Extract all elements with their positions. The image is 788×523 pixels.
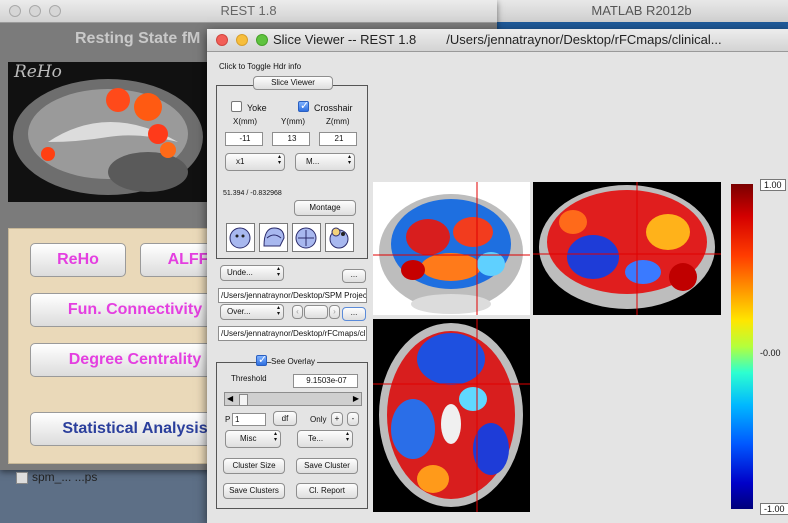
montage-button[interactable]: Montage — [294, 200, 356, 216]
coronal-view-button[interactable] — [259, 223, 288, 252]
overlay-path-field[interactable]: /Users/jennatraynor/Desktop/rFCmaps/cl — [218, 326, 367, 341]
overlay-prev-button[interactable]: ‹ — [292, 305, 303, 319]
underlay-path-field[interactable]: /Users/jennatraynor/Desktop/SPM Projec — [218, 288, 367, 303]
crosshair-checkbox[interactable] — [298, 99, 309, 112]
head-multi-icon — [329, 227, 349, 249]
close-icon[interactable] — [216, 34, 228, 46]
view-select[interactable]: M... — [295, 153, 355, 171]
rest-titlebar[interactable]: REST 1.8 — [0, 0, 497, 23]
threshold-slider[interactable]: ◀ ▶ — [224, 392, 362, 406]
only-label: Only — [310, 415, 327, 424]
sagittal-view-button[interactable] — [226, 223, 255, 252]
threshold-label: Threshold — [231, 374, 267, 383]
finder-file-row[interactable]: spm_... ...ps — [16, 470, 97, 484]
y-coord-input[interactable]: 13 — [272, 132, 310, 146]
yoke-checkbox[interactable] — [231, 101, 242, 112]
z-mm-label: Z(mm) — [326, 117, 350, 126]
x-mm-label: X(mm) — [233, 117, 257, 126]
chevron-left-icon: ‹ — [296, 307, 299, 316]
axial-view-button[interactable] — [292, 223, 321, 252]
hdr-toggle-link[interactable]: Click to Toggle Hdr info — [219, 62, 301, 71]
reho-image-label: ReHo — [14, 62, 62, 82]
underlay-browse-button[interactable]: ... — [342, 269, 366, 283]
slider-right-arrow-icon[interactable]: ▶ — [353, 394, 359, 403]
overlay-colorbar — [731, 184, 753, 509]
colorbar-min-label: -1.00 — [760, 503, 788, 515]
slice-viewer-window: Slice Viewer -- REST 1.8/Users/jennatray… — [207, 29, 788, 523]
p-label: P — [225, 415, 231, 424]
save-cluster-button[interactable]: Save Cluster — [296, 458, 358, 474]
matlab-window-titlebar[interactable]: MATLAB R2012b — [495, 0, 788, 23]
slider-left-arrow-icon[interactable]: ◀ — [227, 394, 233, 403]
df-button[interactable]: df — [273, 411, 297, 426]
slider-thumb[interactable] — [239, 394, 248, 406]
x-coord-input[interactable]: -11 — [225, 132, 263, 146]
chevron-right-icon: › — [333, 307, 336, 316]
cluster-size-button[interactable]: Cluster Size — [223, 458, 285, 474]
coronal-slice-image[interactable] — [373, 182, 530, 315]
reho-button[interactable]: ReHo — [30, 243, 126, 277]
reho-brain-image: ReHo — [8, 62, 213, 202]
slice-viewer-title: Slice Viewer -- REST 1.8/Users/jennatray… — [273, 32, 722, 47]
y-mm-label: Y(mm) — [281, 117, 305, 126]
sagittal-slice-image[interactable] — [533, 182, 721, 315]
zoom-select[interactable]: x1 — [225, 153, 285, 171]
minus-button[interactable]: - — [347, 412, 359, 426]
minimize-icon[interactable] — [236, 34, 248, 46]
axial-slice-image[interactable] — [373, 319, 530, 512]
threshold-input[interactable]: 9.1503e-07 — [293, 374, 358, 388]
p-input[interactable]: 1 — [232, 413, 266, 426]
rest-window-title: REST 1.8 — [220, 3, 277, 18]
overlay-browse-button[interactable]: ... — [342, 307, 366, 321]
axial-slice-icon — [373, 319, 530, 512]
slice-viewer-titlebar[interactable]: Slice Viewer -- REST 1.8/Users/jennatray… — [207, 29, 788, 52]
coronal-brain-icon — [373, 182, 530, 315]
head-back-icon — [295, 227, 317, 249]
save-clusters-button[interactable]: Save Clusters — [223, 483, 285, 499]
colorbar-max-label: 1.00 — [760, 179, 786, 191]
yoke-label: Yoke — [247, 103, 267, 113]
overlay-next-button[interactable]: › — [329, 305, 340, 319]
analysis-button-panel: ReHo ALFF Fun. Connectivity Degree Centr… — [8, 228, 240, 464]
file-name: spm_... ...ps — [32, 470, 98, 484]
value-readout: 51.394 / -0.832968 — [223, 190, 282, 197]
zoom-icon[interactable] — [256, 34, 268, 46]
sagittal-brain-icon — [13, 79, 203, 195]
file-icon — [16, 471, 28, 484]
head-profile-icon — [263, 227, 285, 247]
sagittal-slice-icon — [533, 182, 721, 315]
plus-button[interactable]: + — [331, 412, 343, 426]
slice-viewer-group-label[interactable]: Slice Viewer — [253, 76, 333, 90]
overlay-select[interactable]: Over... — [220, 304, 284, 320]
matlab-title: MATLAB R2012b — [591, 3, 692, 18]
cluster-report-button[interactable]: Cl. Report — [296, 483, 358, 499]
see-overlay-checkbox[interactable] — [256, 353, 267, 366]
overlay-blank-button[interactable] — [304, 305, 328, 319]
colorbar-mid-label: -0.00 — [760, 348, 781, 358]
see-overlay-label: See Overlay — [271, 357, 318, 366]
multi-view-button[interactable] — [325, 223, 354, 252]
crosshair-label: Crosshair — [314, 103, 353, 113]
rest-header-title: Resting State fM — [75, 30, 201, 47]
template-select[interactable]: Te... — [297, 430, 353, 448]
underlay-select[interactable]: Unde... — [220, 265, 284, 281]
head-sagittal-icon — [229, 227, 251, 249]
misc-select[interactable]: Misc — [225, 430, 281, 448]
slice-viewer-path: /Users/jennatraynor/Desktop/rFCmaps/clin… — [446, 32, 722, 47]
slice-viewer-name: Slice Viewer -- REST 1.8 — [273, 32, 417, 47]
z-coord-input[interactable]: 21 — [319, 132, 357, 146]
